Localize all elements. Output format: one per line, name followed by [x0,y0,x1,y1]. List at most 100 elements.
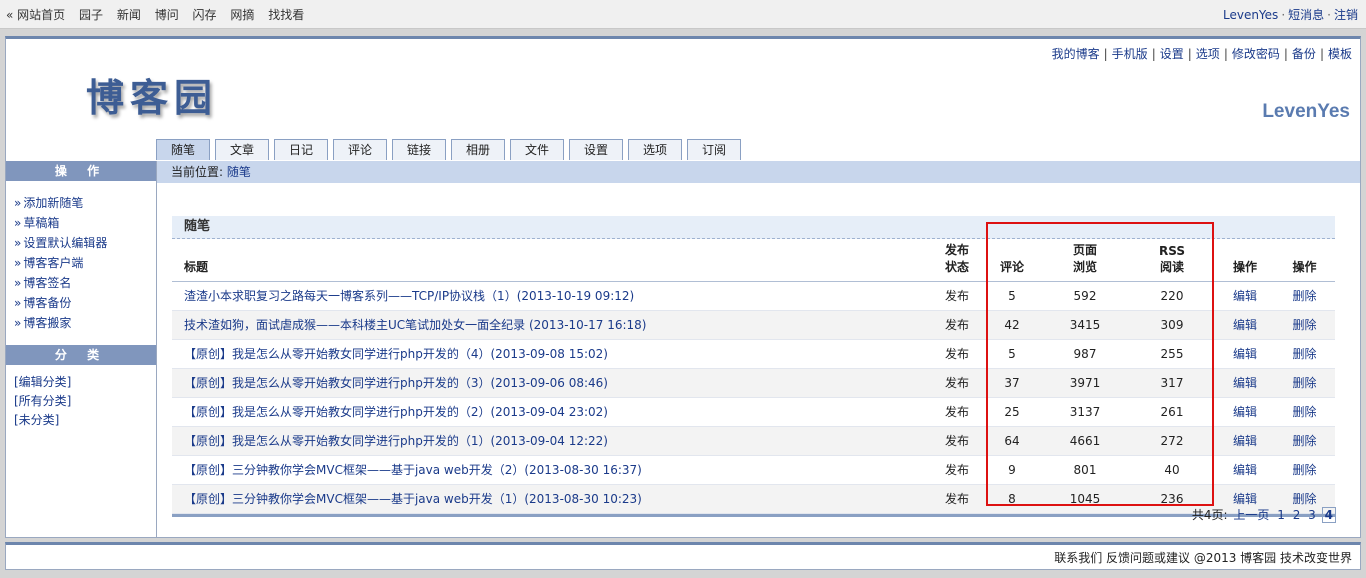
settings-link[interactable]: 设置 [1160,47,1184,61]
options-link[interactable]: 选项 [1196,47,1220,61]
sidebar-item-new-post[interactable]: » 添加新随笔 [14,193,156,213]
separator: · [1327,8,1331,22]
tab-comments[interactable]: 评论 [333,139,387,160]
post-title-link[interactable]: 渣渣小本求职复习之路每天一博客系列——TCP/IP协议栈（1）(2013-10-… [172,281,932,311]
sidebar-cat-list: [编辑分类] [所有分类] [未分类] [6,365,156,430]
post-title-link[interactable]: 【原创】我是怎么从零开始教女同学进行php开发的（2）(2013-09-04 2… [172,397,932,427]
post-status: 发布 [932,484,982,514]
tab-links[interactable]: 链接 [392,139,446,160]
backup-link[interactable]: 备份 [1292,47,1316,61]
sidebar: 操 作 » 添加新随笔 » 草稿箱 » 设置默认编辑器 » 博客客户端 » 博客签名 » 博… [6,161,157,537]
pager-total: 共4页: [1191,508,1228,522]
my-blog-link[interactable]: 我的博客 [1052,47,1100,61]
table-bottom-border [172,513,1335,517]
arrow-icon: » [14,316,22,330]
post-title-link[interactable]: 技术渣如狗，面试虐成猴——本科楼主UC笔试加处女一面全纪录 (2013-10-1… [172,310,932,340]
post-status: 发布 [932,397,982,427]
separator: | [1103,47,1108,61]
delete-link[interactable]: 删除 [1274,426,1335,456]
template-link[interactable]: 模板 [1328,47,1352,61]
delete-link[interactable]: 删除 [1274,281,1335,311]
separator: · [1281,8,1286,22]
pager-current-page[interactable]: 4 [1321,507,1336,523]
tab-subscribe[interactable]: 订阅 [687,139,741,160]
edit-link[interactable]: 编辑 [1216,455,1274,485]
sidebar-item-client[interactable]: » 博客客户端 [14,253,156,273]
pager-page-3[interactable]: 3 [1308,508,1316,522]
tab-posts[interactable]: 随笔 [156,139,210,160]
delete-link[interactable]: 删除 [1274,455,1335,485]
category-edit-link[interactable]: [编辑分类] [14,373,156,392]
nav-garden-link[interactable]: 园子 [79,8,103,22]
separator: | [1151,47,1156,61]
edit-link[interactable]: 编辑 [1216,339,1274,369]
sidebar-categories: 分 类 [编辑分类] [所有分类] [未分类] [6,345,156,430]
edit-link[interactable]: 编辑 [1216,310,1274,340]
edit-link[interactable]: 编辑 [1216,397,1274,427]
delete-link[interactable]: 删除 [1274,310,1335,340]
sidebar-item-migrate[interactable]: » 博客搬家 [14,313,156,333]
arrow-icon: » [14,236,22,250]
delete-link[interactable]: 删除 [1274,368,1335,398]
delete-link[interactable]: 删除 [1274,397,1335,427]
mobile-link[interactable]: 手机版 [1112,47,1148,61]
tab-articles[interactable]: 文章 [215,139,269,160]
pager-page-2[interactable]: 2 [1293,508,1301,522]
post-title-link[interactable]: 【原创】三分钟教你学会MVC框架——基于java web开发（1）(2013-0… [172,484,932,514]
delete-link[interactable]: 删除 [1274,339,1335,369]
arrow-icon: » [14,276,22,290]
post-status: 发布 [932,310,982,340]
tab-settings[interactable]: 设置 [569,139,623,160]
header-links: 我的博客 | 手机版 | 设置 | 选项 | 修改密码 | 备份 | 模板 [1052,45,1352,62]
sidebar-item-default-editor[interactable]: » 设置默认编辑器 [14,233,156,253]
nav-flash-link[interactable]: 闪存 [193,8,217,22]
edit-link[interactable]: 编辑 [1216,426,1274,456]
tab-files[interactable]: 文件 [510,139,564,160]
logout-link[interactable]: 注销 [1334,8,1358,22]
sidebar-item-backup[interactable]: » 博客备份 [14,293,156,313]
post-title-link[interactable]: 【原创】我是怎么从零开始教女同学进行php开发的（3）(2013-09-06 0… [172,368,932,398]
nav-news-link[interactable]: 新闻 [117,8,141,22]
nav-bookmark-link[interactable]: 网摘 [230,8,254,22]
nav-home-link[interactable]: « 网站首页 [6,8,65,22]
sidebar-item-label: 博客签名 [23,276,72,290]
site-logo[interactable]: 博客园 [86,67,218,122]
sidebar-item-label: 博客备份 [23,296,72,310]
tab-options[interactable]: 选项 [628,139,682,160]
footer-text: 联系我们 反馈问题或建议 @2013 博客园 技术改变世界 [1054,551,1352,565]
blog-name[interactable]: LevenYes [1262,101,1350,123]
breadcrumb-current[interactable]: 随笔 [227,165,251,179]
tab-diary[interactable]: 日记 [274,139,328,160]
sidebar-item-label: 博客搬家 [23,316,72,330]
sidebar-cat-title: 分 类 [6,345,156,365]
post-status: 发布 [932,426,982,456]
pager-page-1[interactable]: 1 [1277,508,1285,522]
pager-prev-link[interactable]: 上一页 [1233,508,1269,522]
sidebar-item-signature[interactable]: » 博客签名 [14,273,156,293]
user-links: LevenYes · 短消息 · 注销 [1223,6,1358,23]
messages-link[interactable]: 短消息 [1288,8,1324,22]
change-password-link[interactable]: 修改密码 [1232,47,1280,61]
arrow-icon: » [14,256,22,270]
post-title-link[interactable]: 【原创】三分钟教你学会MVC框架——基于java web开发（2）(2013-0… [172,455,932,485]
username-link[interactable]: LevenYes [1223,8,1278,22]
post-status: 发布 [932,281,982,311]
arrow-icon: » [14,196,22,210]
edit-link[interactable]: 编辑 [1216,368,1274,398]
sidebar-item-drafts[interactable]: » 草稿箱 [14,213,156,233]
nav-search-link[interactable]: 找找看 [268,8,304,22]
col-edit: 操作 [1216,239,1274,282]
post-status: 发布 [932,368,982,398]
sidebar-item-label: 设置默认编辑器 [23,236,108,250]
arrow-icon: » [14,296,22,310]
tab-albums[interactable]: 相册 [451,139,505,160]
admin-tabs: 随笔 文章 日记 评论 链接 相册 文件 设置 选项 订阅 [156,139,746,161]
edit-link[interactable]: 编辑 [1216,281,1274,311]
category-uncategorized-link[interactable]: [未分类] [14,411,156,430]
category-all-link[interactable]: [所有分类] [14,392,156,411]
sidebar-item-label: 博客客户端 [23,256,84,270]
nav-qa-link[interactable]: 博问 [155,8,179,22]
post-title-link[interactable]: 【原创】我是怎么从零开始教女同学进行php开发的（4）(2013-09-08 1… [172,339,932,369]
separator: | [1319,47,1324,61]
post-title-link[interactable]: 【原创】我是怎么从零开始教女同学进行php开发的（1）(2013-09-04 1… [172,426,932,456]
